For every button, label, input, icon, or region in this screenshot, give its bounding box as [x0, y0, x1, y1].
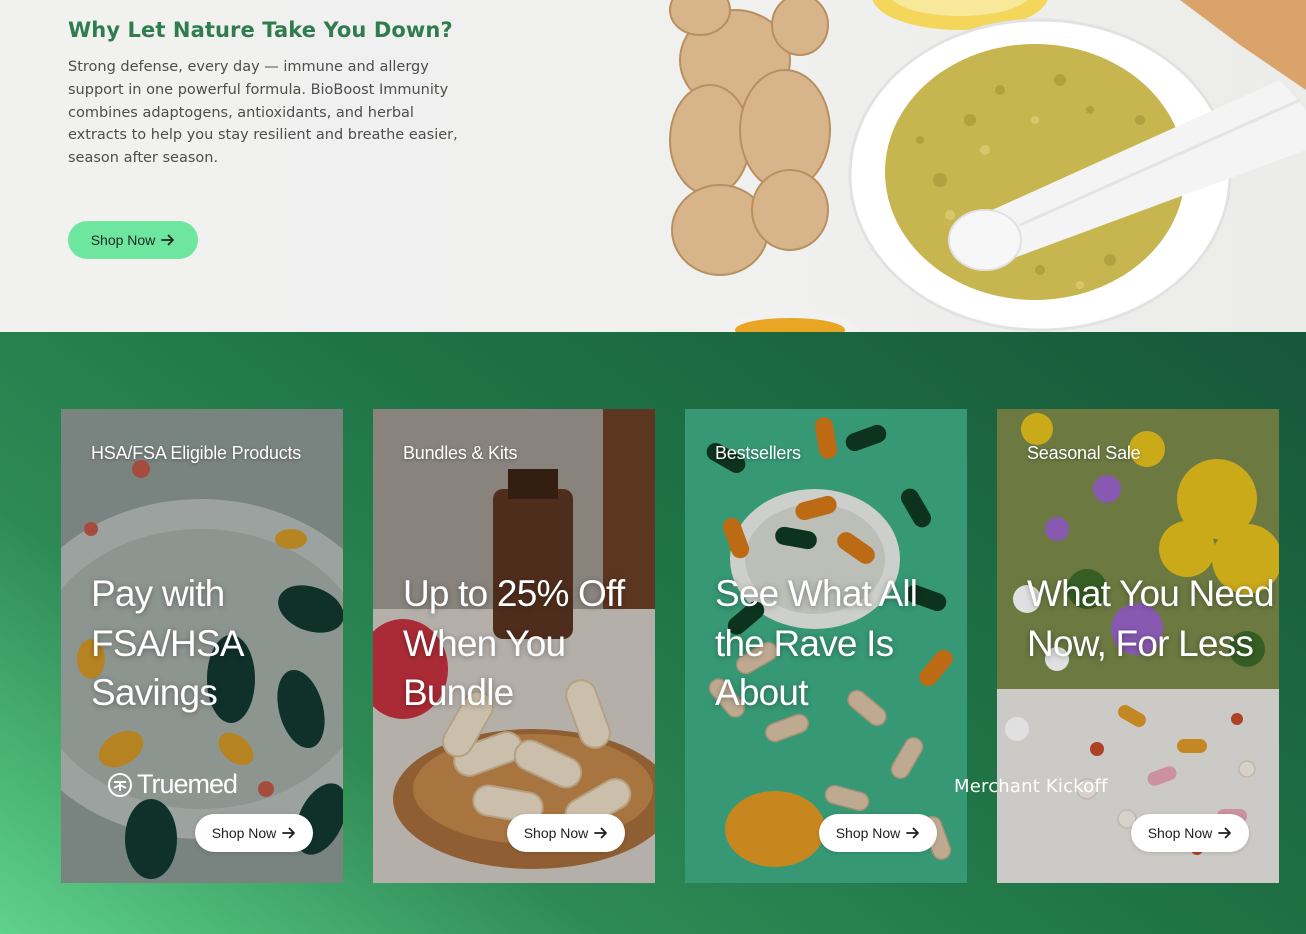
truemed-logo-label: Truemed [137, 769, 238, 799]
hero-shop-now-button[interactable]: Shop Now [68, 221, 198, 259]
arrow-right-icon [282, 827, 296, 839]
arrow-right-icon [906, 827, 920, 839]
promo-card-shop-now-button[interactable]: Shop Now [819, 814, 937, 852]
shop-now-label: Shop Now [835, 825, 901, 841]
hero-title: Why Let Nature Take You Down? [68, 18, 453, 42]
arrow-right-icon [1218, 827, 1232, 839]
promo-card-seasonal-sale[interactable]: Seasonal Sale What You Need Now, For Les… [997, 409, 1279, 883]
promo-card-tag: Seasonal Sale [1027, 443, 1141, 463]
herbal-mortar-image [669, 0, 1306, 332]
promo-card-tag: Bundles & Kits [403, 443, 518, 463]
shop-now-label: Shop Now [1147, 825, 1213, 841]
truemed-logo-icon [108, 772, 132, 797]
hero-banner: Why Let Nature Take You Down? Strong def… [0, 0, 1306, 332]
promo-card-tag: Bestsellers [715, 443, 801, 463]
promo-card-shop-now-button[interactable]: Shop Now [1131, 814, 1249, 852]
shop-now-label: Shop Now [523, 825, 589, 841]
promo-card-shop-now-button[interactable]: Shop Now [195, 814, 313, 852]
arrow-right-icon [161, 234, 175, 246]
promo-card-bestsellers[interactable]: Bestsellers See What All the Rave Is Abo… [685, 409, 967, 883]
arrow-right-icon [594, 827, 608, 839]
promo-card-hsa-fsa[interactable]: HSA/FSA Eligible Products Pay with FSA/H… [61, 409, 343, 883]
hero-description: Strong defense, every day — immune and a… [68, 59, 458, 167]
promo-card-headline: See What All the Rave Is About [715, 573, 918, 713]
promo-card-headline: Up to 25% Off When You Bundle [403, 573, 625, 713]
promo-card-tag: HSA/FSA Eligible Products [91, 443, 302, 463]
promo-card-headline: What You Need Now, For Less [1027, 573, 1275, 664]
shop-now-label: Shop Now [211, 825, 277, 841]
promo-section: HSA/FSA Eligible Products Pay with FSA/H… [0, 332, 1306, 934]
hero-shop-now-label: Shop Now [90, 232, 156, 248]
merchant-kickoff-watermark: Merchant Kickoff [954, 776, 1108, 797]
truemed-logo: Truemed [107, 769, 238, 800]
promo-card-shop-now-button[interactable]: Shop Now [507, 814, 625, 852]
promo-card-headline: Pay with FSA/HSA Savings [91, 573, 242, 713]
promo-card-bundles[interactable]: Bundles & Kits Up to 25% Off When You Bu… [373, 409, 655, 883]
